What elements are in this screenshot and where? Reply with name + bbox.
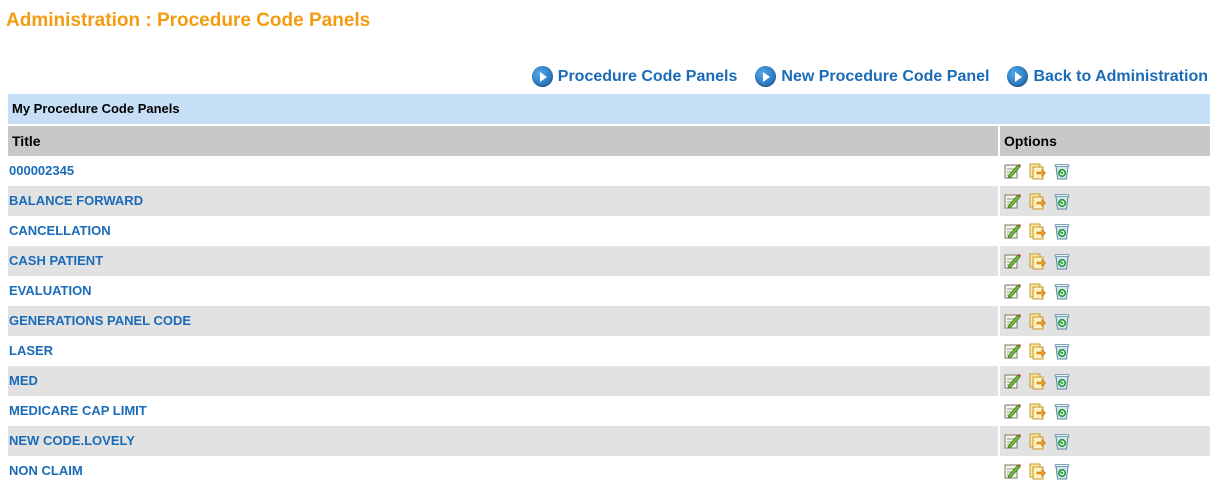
panel-header: My Procedure Code Panels (8, 94, 1210, 126)
back-to-administration-label: Back to Administration (1033, 67, 1208, 85)
back-to-administration-link[interactable]: Back to Administration (1007, 66, 1208, 87)
new-procedure-code-panel-label: New Procedure Code Panel (781, 67, 990, 85)
options-cell (1000, 426, 1210, 456)
title-cell: CANCELLATION (8, 216, 998, 246)
copy-icon[interactable] (1028, 162, 1046, 180)
table-row: CANCELLATION (8, 216, 1210, 246)
new-procedure-code-panel-link[interactable]: New Procedure Code Panel (755, 66, 989, 87)
table-row: GENERATIONS PANEL CODE (8, 306, 1210, 336)
table-row: MEDICARE CAP LIMIT (8, 396, 1210, 426)
edit-icon[interactable] (1003, 162, 1021, 180)
copy-icon[interactable] (1028, 462, 1046, 480)
table-header-row: Title Options (8, 126, 1210, 156)
copy-icon[interactable] (1028, 432, 1046, 450)
edit-icon[interactable] (1003, 192, 1021, 210)
options-cell (1000, 156, 1210, 186)
delete-icon[interactable] (1053, 162, 1071, 180)
edit-icon[interactable] (1003, 252, 1021, 270)
arrow-right-circle-icon (531, 66, 553, 87)
edit-icon[interactable] (1003, 402, 1021, 420)
table-row: EVALUATION (8, 276, 1210, 306)
copy-icon[interactable] (1028, 252, 1046, 270)
arrow-right-circle-icon (1007, 66, 1029, 87)
arrow-right-circle-icon (755, 66, 777, 87)
options-cell (1000, 186, 1210, 216)
title-cell: NEW CODE.LOVELY (8, 426, 998, 456)
options-cell (1000, 276, 1210, 306)
delete-icon[interactable] (1053, 462, 1071, 480)
copy-icon[interactable] (1028, 402, 1046, 420)
panel-title-link[interactable]: MEDICARE CAP LIMIT (9, 403, 147, 418)
edit-icon[interactable] (1003, 222, 1021, 240)
options-cell (1000, 456, 1210, 486)
table-row: LASER (8, 336, 1210, 366)
delete-icon[interactable] (1053, 312, 1071, 330)
title-cell: EVALUATION (8, 276, 998, 306)
top-nav: Procedure Code Panels New Procedure Code… (531, 66, 1208, 87)
table-body: 000002345 BALANCE FORWARD CANCELLATION CASH… (8, 156, 1210, 486)
panel-title-link[interactable]: CANCELLATION (9, 223, 111, 238)
table-row: BALANCE FORWARD (8, 186, 1210, 216)
copy-icon[interactable] (1028, 342, 1046, 360)
title-cell: LASER (8, 336, 998, 366)
title-cell: GENERATIONS PANEL CODE (8, 306, 998, 336)
options-cell (1000, 366, 1210, 396)
delete-icon[interactable] (1053, 342, 1071, 360)
copy-icon[interactable] (1028, 192, 1046, 210)
options-cell (1000, 216, 1210, 246)
page-title: Administration : Procedure Code Panels (6, 10, 371, 31)
panel-title-link[interactable]: NON CLAIM (9, 463, 83, 478)
title-cell: NON CLAIM (8, 456, 998, 486)
title-cell: BALANCE FORWARD (8, 186, 998, 216)
procedure-code-panels-table: My Procedure Code Panels Title Options 0… (8, 94, 1210, 486)
table-row: NON CLAIM (8, 456, 1210, 486)
delete-icon[interactable] (1053, 402, 1071, 420)
panel-title-link[interactable]: MED (9, 373, 38, 388)
panel-title-link[interactable]: CASH PATIENT (9, 253, 103, 268)
options-column-header: Options (1000, 126, 1210, 156)
delete-icon[interactable] (1053, 432, 1071, 450)
table-row: NEW CODE.LOVELY (8, 426, 1210, 456)
delete-icon[interactable] (1053, 192, 1071, 210)
panel-title-link[interactable]: 000002345 (9, 163, 74, 178)
procedure-code-panels-link[interactable]: Procedure Code Panels (531, 66, 738, 87)
table-row: CASH PATIENT (8, 246, 1210, 276)
panel-title-link[interactable]: NEW CODE.LOVELY (9, 433, 135, 448)
copy-icon[interactable] (1028, 372, 1046, 390)
panel-title-link[interactable]: GENERATIONS PANEL CODE (9, 313, 191, 328)
panel-title-link[interactable]: EVALUATION (9, 283, 92, 298)
table-row: 000002345 (8, 156, 1210, 186)
edit-icon[interactable] (1003, 372, 1021, 390)
copy-icon[interactable] (1028, 222, 1046, 240)
panel-title-link[interactable]: LASER (9, 343, 53, 358)
options-cell (1000, 246, 1210, 276)
edit-icon[interactable] (1003, 432, 1021, 450)
edit-icon[interactable] (1003, 312, 1021, 330)
options-cell (1000, 306, 1210, 336)
title-cell: MED (8, 366, 998, 396)
copy-icon[interactable] (1028, 312, 1046, 330)
options-cell (1000, 396, 1210, 426)
delete-icon[interactable] (1053, 252, 1071, 270)
table-row: MED (8, 366, 1210, 396)
delete-icon[interactable] (1053, 282, 1071, 300)
edit-icon[interactable] (1003, 342, 1021, 360)
title-cell: CASH PATIENT (8, 246, 998, 276)
title-cell: MEDICARE CAP LIMIT (8, 396, 998, 426)
title-cell: 000002345 (8, 156, 998, 186)
copy-icon[interactable] (1028, 282, 1046, 300)
edit-icon[interactable] (1003, 462, 1021, 480)
edit-icon[interactable] (1003, 282, 1021, 300)
panel-title-link[interactable]: BALANCE FORWARD (9, 193, 143, 208)
delete-icon[interactable] (1053, 372, 1071, 390)
options-cell (1000, 336, 1210, 366)
title-column-header: Title (8, 126, 998, 156)
procedure-code-panels-label: Procedure Code Panels (557, 67, 738, 85)
delete-icon[interactable] (1053, 222, 1071, 240)
